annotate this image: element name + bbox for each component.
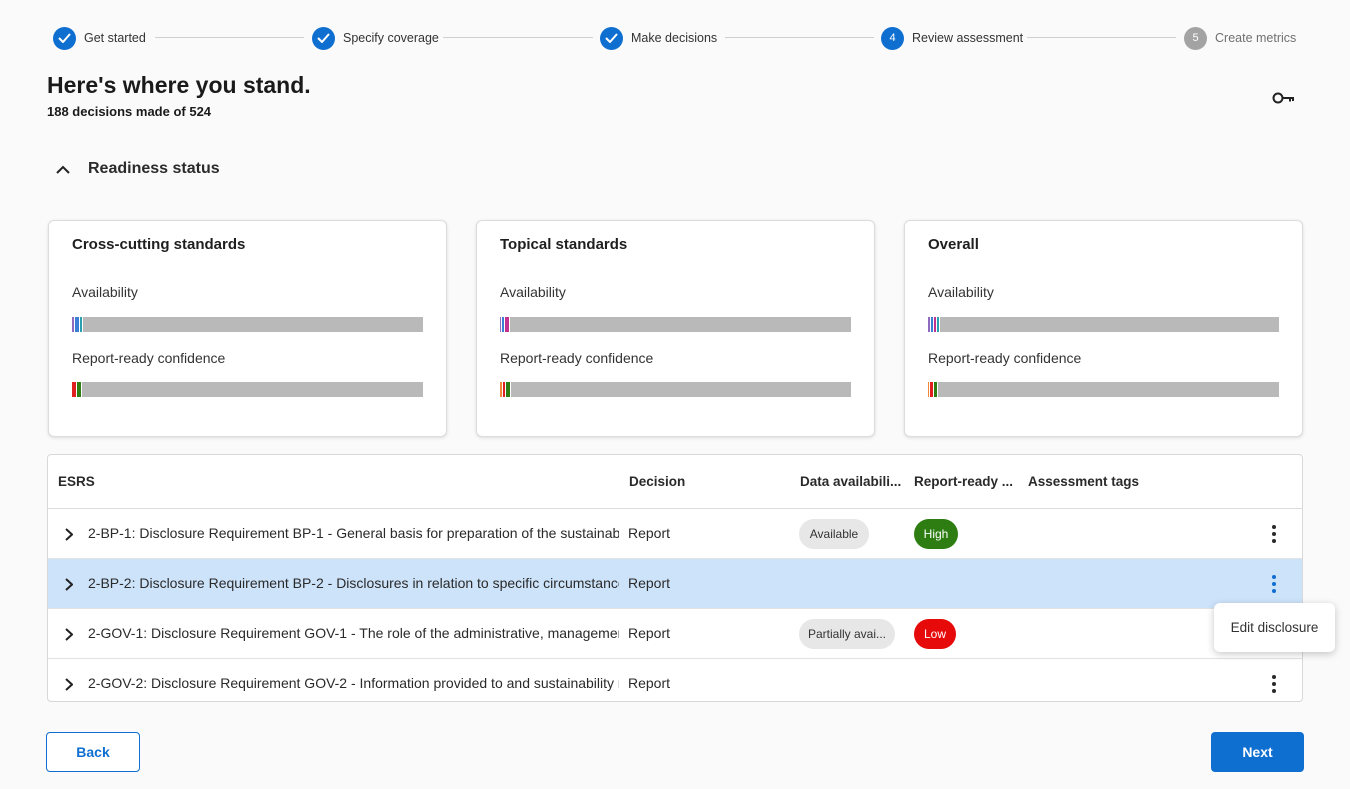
chevron-right-icon[interactable] xyxy=(60,523,78,545)
disclosures-table: ESRS Decision Data availabili... Report-… xyxy=(47,454,1303,702)
confidence-label: Report-ready confidence xyxy=(500,350,654,366)
step-connector xyxy=(155,37,304,38)
availability-label: Availability xyxy=(500,284,566,300)
esrs-cell: 2-BP-2: Disclosure Requirement BP-2 - Di… xyxy=(88,575,619,591)
availability-label: Availability xyxy=(928,284,994,300)
confidence-label: Report-ready confidence xyxy=(928,350,1082,366)
check-icon xyxy=(600,26,623,50)
decision-count: 188 decisions made of 524 xyxy=(47,104,212,119)
table-row[interactable]: 2-BP-2: Disclosure Requirement BP-2 - Di… xyxy=(48,559,1302,609)
table-row[interactable]: 2-BP-1: Disclosure Requirement BP-1 - Ge… xyxy=(48,509,1302,559)
step-number: 5 xyxy=(1184,26,1207,50)
step-label: Get started xyxy=(84,31,146,45)
column-header-confidence[interactable]: Report-ready ... xyxy=(914,474,1013,489)
availability-bar xyxy=(72,317,423,332)
decision-cell: Report xyxy=(628,525,671,541)
confidence-bar xyxy=(72,382,423,397)
card-overall: Overall Availability Report-ready confid… xyxy=(904,220,1303,437)
step-label: Create metrics xyxy=(1215,31,1297,45)
chevron-right-icon[interactable] xyxy=(60,573,78,595)
step-connector xyxy=(443,37,593,38)
column-header-tags[interactable]: Assessment tags xyxy=(1028,474,1139,489)
decision-cell: Report xyxy=(628,575,671,591)
availability-badge: Available xyxy=(799,519,869,549)
check-icon xyxy=(53,26,76,50)
step-create-metrics[interactable]: 5 Create metrics xyxy=(1184,26,1296,50)
availability-bar xyxy=(500,317,851,332)
chevron-right-icon[interactable] xyxy=(60,673,78,695)
table-row[interactable]: 2-GOV-1: Disclosure Requirement GOV-1 - … xyxy=(48,609,1302,659)
more-options-icon[interactable] xyxy=(1264,523,1284,545)
availability-label: Availability xyxy=(72,284,138,300)
decision-cell: Report xyxy=(628,625,671,641)
card-topical: Topical standards Availability Report-re… xyxy=(476,220,875,437)
more-options-icon[interactable] xyxy=(1264,573,1284,595)
confidence-bar xyxy=(928,382,1279,397)
step-label: Make decisions xyxy=(631,31,718,45)
page-title: Here's where you stand. xyxy=(47,72,311,98)
confidence-bar xyxy=(500,382,851,397)
progress-stepper: Get started Specify coverage Make decisi… xyxy=(0,0,1350,76)
confidence-badge: Low xyxy=(914,619,956,649)
check-icon xyxy=(312,26,335,50)
column-header-availability[interactable]: Data availabili... xyxy=(800,474,901,489)
card-title: Topical standards xyxy=(500,236,628,253)
card-cross-cutting: Cross-cutting standards Availability Rep… xyxy=(48,220,447,437)
esrs-cell: 2-GOV-1: Disclosure Requirement GOV-1 - … xyxy=(88,625,619,641)
readiness-status-toggle[interactable]: Readiness status xyxy=(52,158,220,180)
section-title: Readiness status xyxy=(88,160,220,177)
confidence-label: Report-ready confidence xyxy=(72,350,226,366)
esrs-cell: 2-BP-1: Disclosure Requirement BP-1 - Ge… xyxy=(88,525,619,541)
card-title: Cross-cutting standards xyxy=(72,236,246,253)
step-number: 4 xyxy=(881,26,904,50)
next-button[interactable]: Next xyxy=(1211,732,1304,772)
more-options-icon[interactable] xyxy=(1264,673,1284,695)
confidence-badge: High xyxy=(914,519,958,549)
step-make-decisions[interactable]: Make decisions xyxy=(600,26,717,50)
column-header-decision[interactable]: Decision xyxy=(629,474,685,489)
step-specify-coverage[interactable]: Specify coverage xyxy=(312,26,439,50)
chevron-right-icon[interactable] xyxy=(60,623,78,645)
availability-badge: Partially avai... xyxy=(799,619,895,649)
decision-cell: Report xyxy=(628,675,671,691)
step-label: Specify coverage xyxy=(343,31,439,45)
table-header: ESRS Decision Data availabili... Report-… xyxy=(48,455,1302,509)
key-icon[interactable] xyxy=(1270,86,1298,110)
esrs-cell: 2-GOV-2: Disclosure Requirement GOV-2 - … xyxy=(88,675,619,691)
card-title: Overall xyxy=(928,236,979,253)
step-connector xyxy=(1027,37,1176,38)
step-label: Review assessment xyxy=(912,31,1024,45)
back-button[interactable]: Back xyxy=(46,732,140,772)
step-review-assessment[interactable]: 4 Review assessment xyxy=(881,26,1023,50)
step-connector xyxy=(725,37,874,38)
step-get-started[interactable]: Get started xyxy=(53,26,146,50)
column-header-esrs[interactable]: ESRS xyxy=(58,474,95,489)
edit-disclosure-menu-item[interactable]: Edit disclosure xyxy=(1214,603,1335,652)
chevron-up-icon xyxy=(52,158,74,180)
table-row[interactable]: 2-GOV-2: Disclosure Requirement GOV-2 - … xyxy=(48,659,1302,701)
availability-bar xyxy=(928,317,1279,332)
